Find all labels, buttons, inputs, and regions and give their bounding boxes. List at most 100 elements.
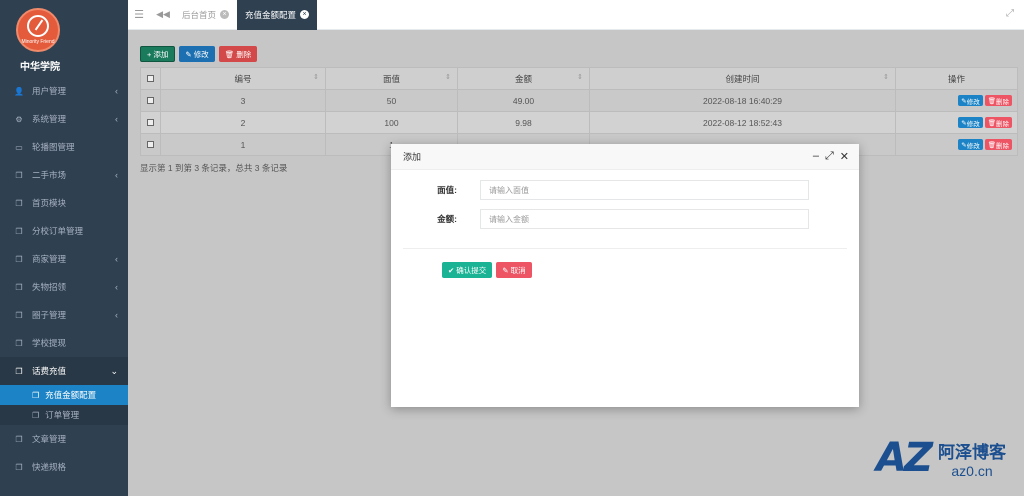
row-checkbox[interactable] xyxy=(147,96,154,104)
sidebar-item[interactable]: ❐ 首页模块 xyxy=(0,189,128,217)
dialog-header: 添加 – ⤢ ✕ xyxy=(391,144,859,170)
select-all-checkbox[interactable] xyxy=(147,74,154,82)
watermark-logo: AZ xyxy=(876,435,933,481)
row-delete-label: 删除 xyxy=(996,98,1009,106)
sidebar-item[interactable]: ❐ 圈子管理 ‹ xyxy=(0,301,128,329)
sidebar-item-label: 文章管理 xyxy=(32,434,67,444)
sidebar-item[interactable]: ▭ 轮播图管理 xyxy=(0,133,128,161)
menu-toggle-icon[interactable]: ☰ xyxy=(128,8,150,21)
select-all-header[interactable] xyxy=(140,67,161,90)
copy-icon: ❐ xyxy=(15,462,23,472)
nav-list: 👤 用户管理 ‹ ⚙ 系统管理 ‹ ▭ 轮播图管理 ❐ 二手市场 ‹ ❐ 首页模块 ❐ 分校订单管理 ❐ 商家管… xyxy=(0,77,128,481)
submenu-item[interactable]: ❐ 订单管理 xyxy=(0,405,128,425)
edit-button[interactable]: ✎ 修改 xyxy=(179,46,215,62)
sidebar-item[interactable]: ❐ 失物招领 ‹ xyxy=(0,273,128,301)
col-amount-label: 金额 xyxy=(514,73,532,84)
table-row[interactable]: 2 100 9.98 2022-08-12 18:52:43 ✎ 修改 🗑 删除 xyxy=(140,111,1018,134)
sidebar: Minority Friend 中华学院 👤 用户管理 ‹ ⚙ 系统管理 ‹ ▭ 轮播图管理 ❐… xyxy=(0,0,128,496)
sidebar-item-label: 学校提现 xyxy=(32,338,67,348)
gears-icon: ⚙ xyxy=(15,114,23,124)
toolbar: + 添加 ✎ 修改 🗑 删除 xyxy=(140,46,1018,62)
sidebar-item-label: 二手市场 xyxy=(32,170,67,180)
tab-home-label: 后台首页 xyxy=(182,9,217,20)
trash-icon: 🗑 xyxy=(987,97,996,105)
confirm-button[interactable]: ✔ 确认提交 xyxy=(442,262,493,278)
sidebar-item[interactable]: ❐ 文章管理 xyxy=(0,425,128,453)
tabs-left-icon[interactable]: ◀◀ xyxy=(152,9,174,20)
row-select-cell[interactable] xyxy=(140,133,161,156)
table-header-row: 编号 ⇕ 面值 ⇕ 金额 ⇕ 创建时间 ⇕ 操作 xyxy=(140,67,1018,90)
data-table: 编号 ⇕ 面值 ⇕ 金额 ⇕ 创建时间 ⇕ 操作 3 50 49.00 2022-08-18 … xyxy=(140,67,1018,156)
sidebar-item[interactable]: ⚙ 系统管理 ‹ xyxy=(0,105,128,133)
delete-button[interactable]: 🗑 删除 xyxy=(218,46,258,62)
tab-home[interactable]: 后台首页 × xyxy=(174,0,237,30)
tab-recharge-config[interactable]: 充值金额配置 × xyxy=(237,0,318,30)
sidebar-item-label: 快递规格 xyxy=(32,462,67,472)
sidebar-item[interactable]: ❐ 商家管理 ‹ xyxy=(0,245,128,273)
school-logo[interactable]: Minority Friend xyxy=(16,8,60,52)
sidebar-item[interactable]: ❐ 快递规格 xyxy=(0,453,128,481)
close-icon[interactable]: × xyxy=(300,10,310,19)
submenu-item-label: 订单管理 xyxy=(45,410,80,420)
sort-icon: ⇕ xyxy=(313,73,319,81)
cell-actions: ✎ 修改 🗑 删除 xyxy=(895,133,1018,156)
row-edit-button[interactable]: ✎ 修改 xyxy=(958,139,983,151)
row-checkbox[interactable] xyxy=(147,140,154,148)
row-delete-button[interactable]: 🗑 删除 xyxy=(984,95,1012,107)
close-icon[interactable]: ✕ xyxy=(840,150,849,163)
sidebar-item[interactable]: ❐ 分校订单管理 xyxy=(0,217,128,245)
copy-icon: ❐ xyxy=(15,310,23,320)
plus-icon: + xyxy=(147,49,152,59)
fullscreen-icon[interactable]: ⤢ xyxy=(1006,8,1014,19)
table-row[interactable]: 3 50 49.00 2022-08-18 16:40:29 ✎ 修改 🗑 删除 xyxy=(140,89,1018,112)
row-select-cell[interactable] xyxy=(140,89,161,112)
row-delete-button[interactable]: 🗑 删除 xyxy=(984,139,1012,151)
copy-icon: ❐ xyxy=(15,366,23,376)
cell-id: 2 xyxy=(160,111,326,134)
chevron-down-icon: ⌄ xyxy=(110,365,118,376)
logo-text: Minority Friend xyxy=(21,39,55,45)
submenu-item[interactable]: ❐ 充值金额配置 xyxy=(0,385,128,405)
row-checkbox[interactable] xyxy=(147,118,154,126)
tab-bar: ☰ ◀◀ 后台首页 × 充值金额配置 × ⤢ xyxy=(128,0,1024,30)
sidebar-item[interactable]: 👤 用户管理 ‹ xyxy=(0,77,128,105)
edit-button-label: 修改 xyxy=(193,49,209,59)
chevron-left-icon: ‹ xyxy=(115,114,118,124)
col-id[interactable]: 编号 ⇕ xyxy=(160,67,326,90)
close-icon[interactable]: × xyxy=(220,10,230,19)
col-amount[interactable]: 金额 ⇕ xyxy=(457,67,590,90)
sidebar-item[interactable]: ❐ 二手市场 ‹ xyxy=(0,161,128,189)
sidebar-item-label: 失物招领 xyxy=(32,282,67,292)
sidebar-item-label: 轮播图管理 xyxy=(32,142,75,152)
sidebar-item-label: 用户管理 xyxy=(32,86,67,96)
row-edit-button[interactable]: ✎ 修改 xyxy=(958,117,983,129)
sidebar-item-label: 商家管理 xyxy=(32,254,67,264)
chevron-left-icon: ‹ xyxy=(115,254,118,264)
sidebar-item[interactable]: ❐ 话费充值 ⌄ xyxy=(0,357,128,385)
cancel-button[interactable]: ✎ 取消 xyxy=(496,262,532,278)
sidebar-item[interactable]: ❐ 学校提现 xyxy=(0,329,128,357)
add-button[interactable]: + 添加 xyxy=(140,46,176,62)
dialog-actions: ✔ 确认提交 ✎ 取消 xyxy=(442,262,532,278)
col-face[interactable]: 面值 ⇕ xyxy=(325,67,458,90)
row-select-cell[interactable] xyxy=(140,111,161,134)
face-input[interactable] xyxy=(480,180,809,200)
row-delete-button[interactable]: 🗑 删除 xyxy=(984,117,1012,129)
sidebar-item-label: 话费充值 xyxy=(32,366,67,376)
copy-icon: ❐ xyxy=(32,410,40,420)
cell-id: 1 xyxy=(160,133,326,156)
cell-id: 3 xyxy=(160,89,326,112)
cell-created: 2022-08-12 18:52:43 xyxy=(589,111,896,134)
maximize-icon[interactable]: ⤢ xyxy=(825,150,834,163)
chevron-left-icon: ‹ xyxy=(115,170,118,180)
col-created[interactable]: 创建时间 ⇕ xyxy=(589,67,896,90)
minimize-icon[interactable]: – xyxy=(813,150,819,163)
sort-icon: ⇕ xyxy=(445,73,451,81)
trash-icon: 🗑 xyxy=(987,119,996,127)
amount-input[interactable] xyxy=(480,209,809,229)
cell-actions: ✎ 修改 🗑 删除 xyxy=(895,111,1018,134)
compass-icon xyxy=(27,15,49,37)
row-edit-button[interactable]: ✎ 修改 xyxy=(958,95,983,107)
row-edit-label: 修改 xyxy=(966,120,980,128)
copy-icon: ❐ xyxy=(15,198,23,208)
